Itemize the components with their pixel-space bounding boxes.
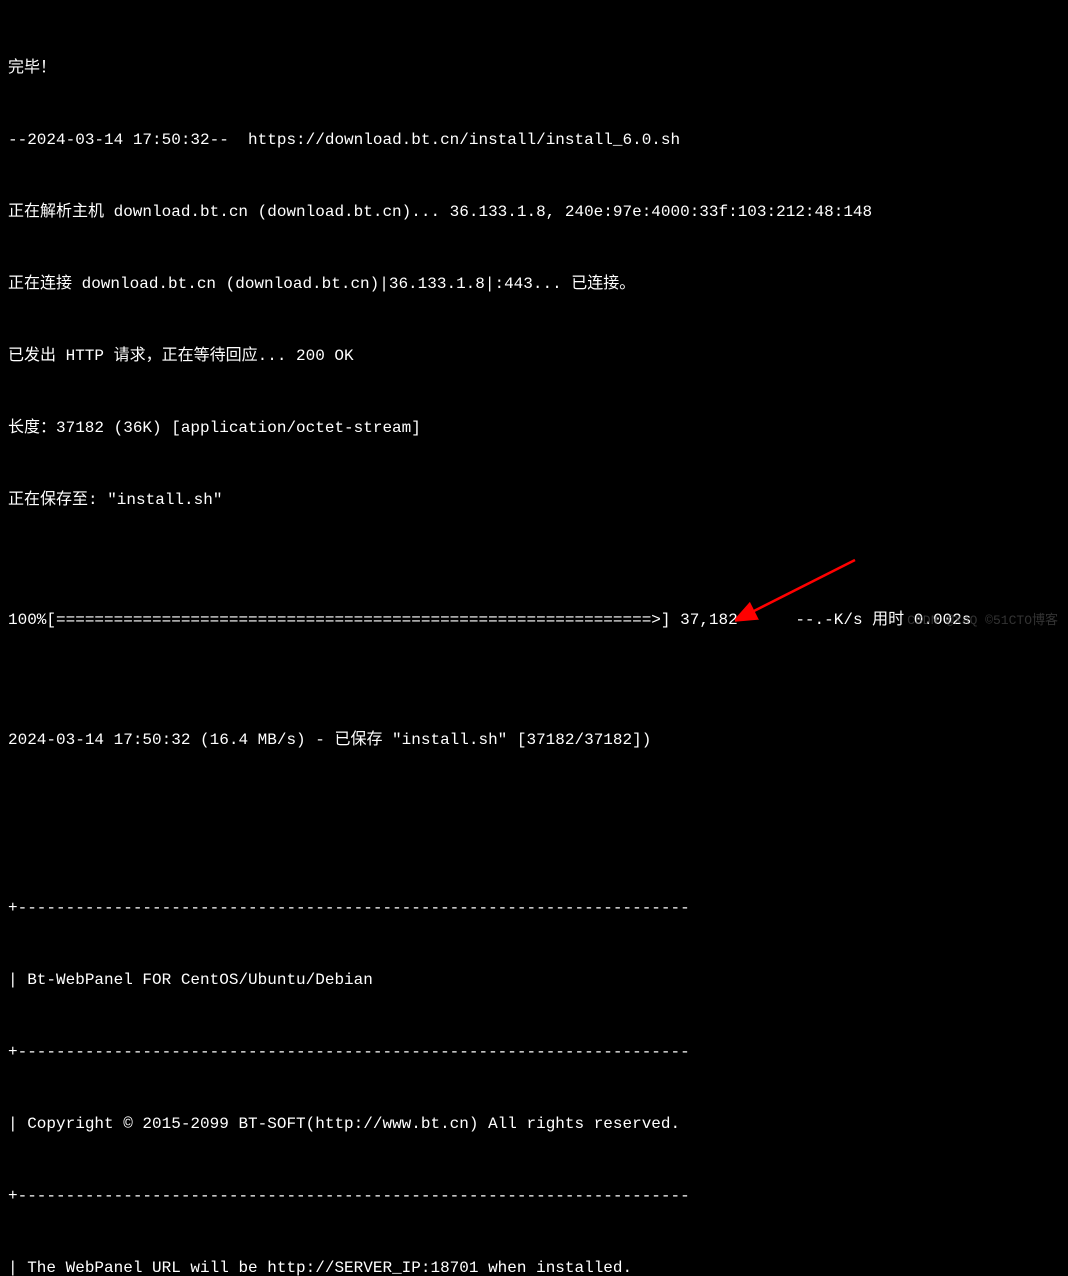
output-line: +---------------------------------------… bbox=[8, 896, 1060, 920]
output-line: | The WebPanel URL will be http://SERVER… bbox=[8, 1256, 1060, 1276]
output-line: +---------------------------------------… bbox=[8, 1040, 1060, 1064]
output-line: 正在连接 download.bt.cn (download.bt.cn)|36.… bbox=[8, 272, 1060, 296]
output-line: 2024-03-14 17:50:32 (16.4 MB/s) - 已保存 "i… bbox=[8, 728, 1060, 752]
output-line: 完毕！ bbox=[8, 56, 1060, 80]
output-line: +---------------------------------------… bbox=[8, 1184, 1060, 1208]
output-line: | Bt-WebPanel FOR CentOS/Ubuntu/Debian bbox=[8, 968, 1060, 992]
output-line: 正在保存至: "install.sh" bbox=[8, 488, 1060, 512]
watermark-text: CSDN @XaQ ©51CTO博客 bbox=[907, 611, 1058, 631]
output-line: | Copyright © 2015-2099 BT-SOFT(http://w… bbox=[8, 1112, 1060, 1136]
output-line: 长度：37182 (36K) [application/octet-stream… bbox=[8, 416, 1060, 440]
terminal-output: 完毕！ --2024-03-14 17:50:32-- https://down… bbox=[8, 8, 1060, 1276]
output-line: 正在解析主机 download.bt.cn (download.bt.cn)..… bbox=[8, 200, 1060, 224]
output-line: --2024-03-14 17:50:32-- https://download… bbox=[8, 128, 1060, 152]
output-line: 100%[===================================… bbox=[8, 608, 1060, 632]
output-line: 已发出 HTTP 请求，正在等待回应... 200 OK bbox=[8, 344, 1060, 368]
